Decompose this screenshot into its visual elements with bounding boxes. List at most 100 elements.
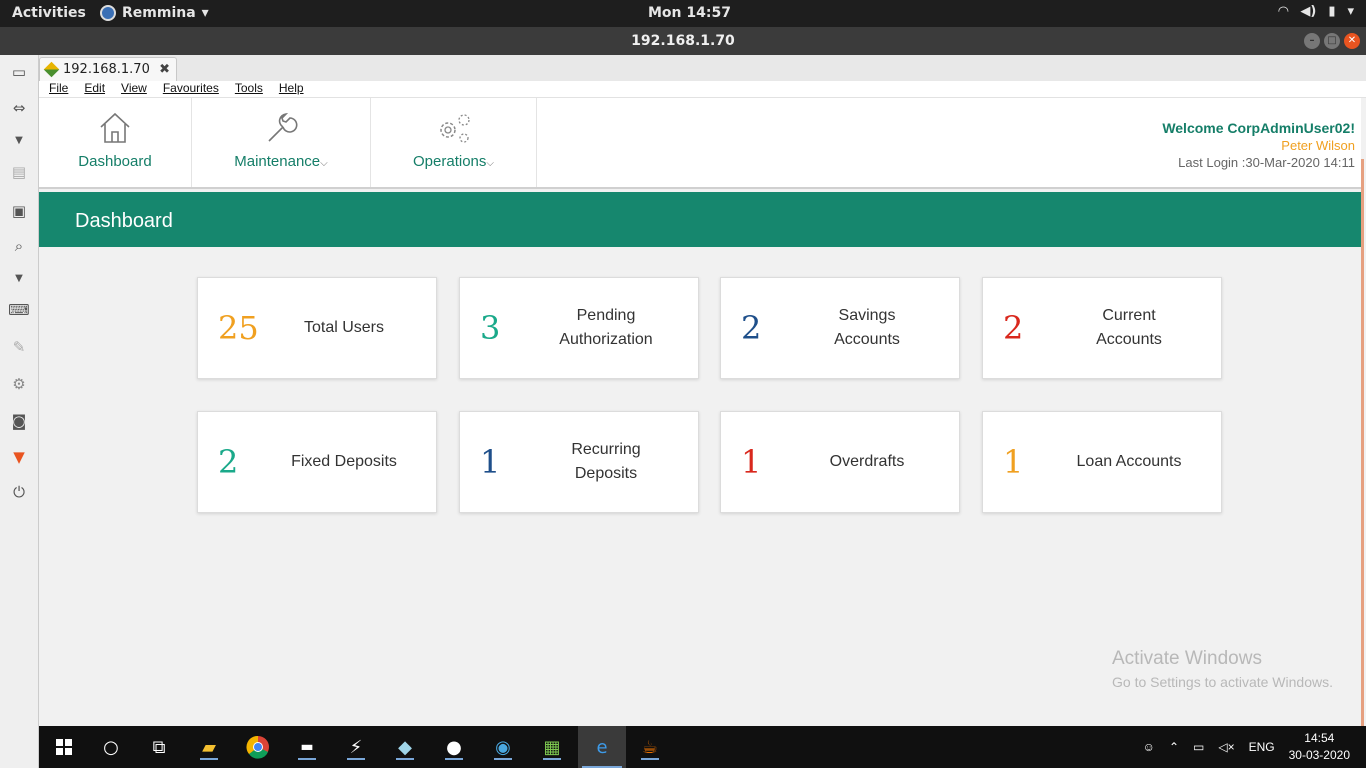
connection-tab[interactable]: 192.168.1.70 ✖ xyxy=(39,57,177,81)
app-icon[interactable]: ◉ xyxy=(490,734,516,760)
fullscreen-icon[interactable]: ⇔ xyxy=(7,97,31,119)
app-menu[interactable]: Remmina ▾ xyxy=(100,5,209,21)
language-indicator[interactable]: ENG xyxy=(1249,740,1275,754)
card-value: 3 xyxy=(480,309,501,347)
people-icon[interactable]: ☺ xyxy=(1143,740,1155,754)
nav-maintenance[interactable]: Maintenance⌵ xyxy=(192,98,371,187)
remmina-tab-strip: 192.168.1.70 ✖ xyxy=(39,55,1366,81)
card-label: Total Users xyxy=(303,319,385,336)
home-icon xyxy=(39,110,191,146)
tab-label: 192.168.1.70 xyxy=(63,62,150,77)
remmina-icon xyxy=(100,5,116,21)
card-label: Loan Accounts xyxy=(1076,453,1182,470)
network-icon[interactable]: ⚡ xyxy=(343,734,369,760)
taskbar-date: 30-03-2020 xyxy=(1288,748,1350,762)
nav-dashboard-label: Dashboard xyxy=(78,153,152,170)
close-button[interactable]: ✕ xyxy=(1344,33,1360,49)
minimize-button[interactable]: – xyxy=(1304,33,1320,49)
menu-tools[interactable]: Tools xyxy=(235,81,263,97)
scrollbar[interactable] xyxy=(1361,159,1364,768)
screenshot-icon[interactable]: ◙ xyxy=(7,410,31,432)
activities-button[interactable]: Activities xyxy=(12,5,86,21)
card-value: 2 xyxy=(1003,309,1024,347)
file-explorer-icon[interactable]: ▰ xyxy=(196,734,222,760)
welcome-text: Welcome CorpAdminUser02! xyxy=(1162,120,1355,136)
menu-help[interactable]: Help xyxy=(279,81,304,97)
menu-edit[interactable]: Edit xyxy=(84,81,105,97)
window-title: 192.168.1.70 xyxy=(631,33,735,49)
task-view-icon[interactable]: ⧉ xyxy=(146,734,172,760)
dynamic-resolution-icon[interactable]: ▣ xyxy=(7,200,31,222)
scale-icon[interactable]: ⌕ xyxy=(7,235,31,257)
wifi-icon: ◠ xyxy=(1278,4,1289,19)
card-current-accounts[interactable]: 2 Current Accounts xyxy=(982,277,1222,379)
nav-dashboard[interactable]: Dashboard xyxy=(39,98,192,187)
card-label: Overdrafts xyxy=(829,453,905,470)
viewport-toggle-icon[interactable]: ▭ xyxy=(7,61,31,83)
card-recurring-deposits[interactable]: 1 Recurring Deposits xyxy=(459,411,699,513)
app-header: Dashboard Maintenance⌵ Operations⌵ Welco… xyxy=(39,98,1361,189)
watermark-title: Activate Windows xyxy=(1112,648,1262,669)
card-label: Savings Accounts xyxy=(834,307,900,348)
card-total-users[interactable]: 25 Total Users xyxy=(197,277,437,379)
chevron-down-icon: ▾ xyxy=(1347,4,1354,19)
taskbar-tray: ☺ ⌃ ▭ ◁× ENG 14:54 30-03-2020 xyxy=(1143,726,1366,768)
remmina-toolbar: ▭ ⇔ ▼ ▤ ▣ ⌕ ▼ ⌨ ✎ ⚙ ◙ ▼ ⏻ xyxy=(0,55,39,768)
close-tab-icon[interactable]: ✖ xyxy=(159,62,170,77)
keyboard-grab-icon[interactable]: ⌨ xyxy=(7,299,31,321)
nav-operations[interactable]: Operations⌵ xyxy=(371,98,537,187)
card-label: Fixed Deposits xyxy=(291,453,397,470)
system-tray[interactable]: ◠ ◀) ▮ ▾ xyxy=(1278,4,1354,19)
watermark-subtitle: Go to Settings to activate Windows. xyxy=(1112,674,1333,690)
nav-maintenance-label: Maintenance xyxy=(234,153,321,170)
card-value: 2 xyxy=(218,443,239,481)
chevron-down-icon: ⌵ xyxy=(486,158,494,169)
chevron-down-icon[interactable]: ▼ xyxy=(7,268,31,290)
game-icon[interactable]: ● xyxy=(441,734,467,760)
search-icon[interactable]: ○ xyxy=(98,734,124,760)
top-clock[interactable]: Mon 14:57 xyxy=(648,5,731,21)
java-icon[interactable]: ☕ xyxy=(637,734,663,760)
menu-file[interactable]: File xyxy=(49,81,68,97)
notepad-icon[interactable]: ◆ xyxy=(392,734,418,760)
user-info: Welcome CorpAdminUser02! Peter Wilson La… xyxy=(1162,120,1355,170)
windows-start-icon[interactable] xyxy=(51,734,77,760)
chevron-down-icon: ▾ xyxy=(201,5,209,21)
command-prompt-icon[interactable]: ▬ xyxy=(294,734,320,760)
card-pending-authorization[interactable]: 3 Pending Authorization xyxy=(459,277,699,379)
tools-icon[interactable]: ✎ xyxy=(7,336,31,358)
card-label: Recurring Deposits xyxy=(571,441,641,482)
menu-view[interactable]: View xyxy=(121,81,147,97)
disconnect-icon[interactable]: ⏻ xyxy=(7,481,31,503)
taskbar-time: 14:54 xyxy=(1304,731,1335,745)
card-label: Pending Authorization xyxy=(559,307,653,348)
window-title-bar: 192.168.1.70 – □ ✕ xyxy=(0,27,1366,55)
nav-operations-label: Operations xyxy=(413,153,487,170)
card-savings-accounts[interactable]: 2 Savings Accounts xyxy=(720,277,960,379)
card-value: 2 xyxy=(741,309,762,347)
app-menu-label: Remmina xyxy=(122,5,196,21)
card-loan-accounts[interactable]: 1 Loan Accounts xyxy=(982,411,1222,513)
card-overdrafts[interactable]: 1 Overdrafts xyxy=(720,411,960,513)
chevron-up-icon[interactable]: ⌃ xyxy=(1169,740,1179,754)
volume-muted-icon[interactable]: ◁× xyxy=(1218,740,1234,754)
card-value: 1 xyxy=(1003,443,1024,481)
activate-windows-watermark: Activate Windows Go to Settings to activ… xyxy=(1112,648,1333,690)
card-fixed-deposits[interactable]: 2 Fixed Deposits xyxy=(197,411,437,513)
card-value: 1 xyxy=(480,443,501,481)
switch-tab-icon[interactable]: ▤ xyxy=(7,161,31,183)
menu-favourites[interactable]: Favourites xyxy=(163,81,219,97)
chrome-icon[interactable] xyxy=(245,734,271,760)
taskbar-clock[interactable]: 14:54 30-03-2020 xyxy=(1289,730,1350,764)
gnome-top-bar: Activities Remmina ▾ Mon 14:57 ◠ ◀) ▮ ▾ xyxy=(0,0,1366,27)
gears-icon xyxy=(371,110,536,146)
network-status-icon[interactable]: ▭ xyxy=(1193,740,1204,754)
page-title: Dashboard xyxy=(75,210,173,232)
chevron-down-icon[interactable]: ▼ xyxy=(7,130,31,152)
internet-explorer-icon[interactable]: e xyxy=(578,726,626,768)
card-value: 1 xyxy=(741,443,762,481)
preferences-icon[interactable]: ⚙ xyxy=(7,373,31,395)
maximize-button[interactable]: □ xyxy=(1324,33,1340,49)
minimize-window-icon[interactable]: ▼ xyxy=(7,446,31,468)
chart-app-icon[interactable]: ▦ xyxy=(539,734,565,760)
